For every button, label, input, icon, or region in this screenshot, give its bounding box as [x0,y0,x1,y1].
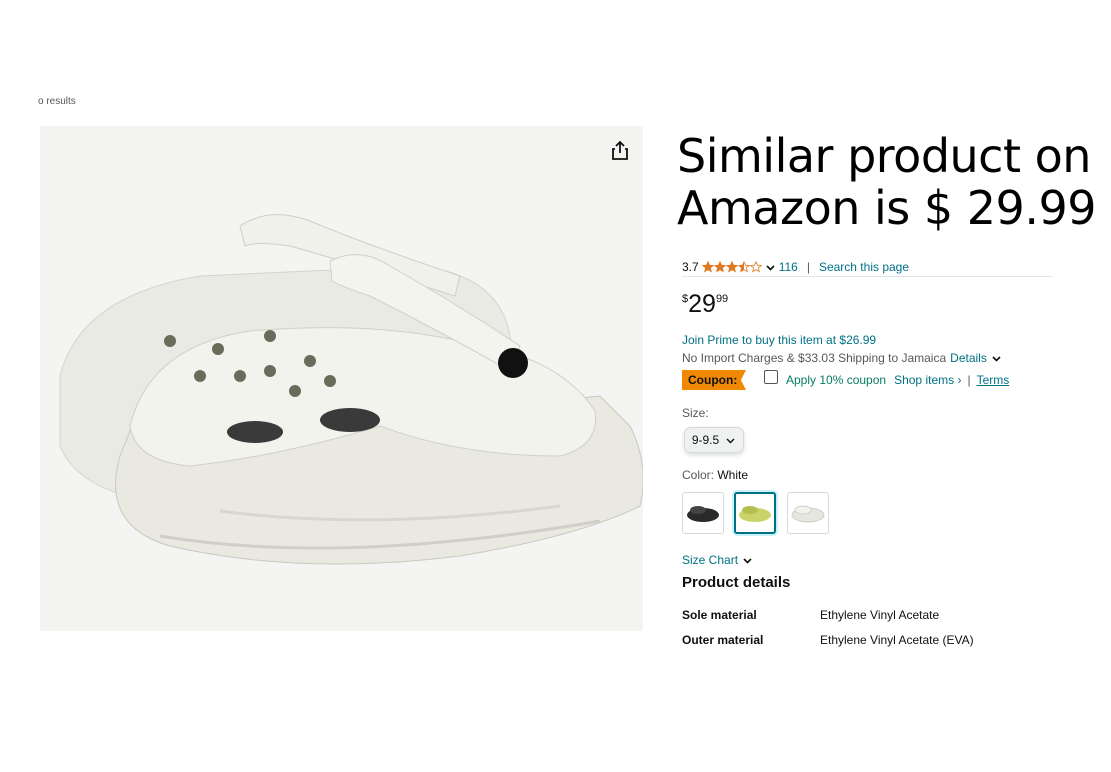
price-fraction: 99 [715,293,729,305]
product-image[interactable] [40,126,643,631]
import-info: No Import Charges & $33.03 Shipping to J… [682,351,1002,365]
chevron-down-icon [743,557,752,564]
clog-thumbnail-icon [791,505,825,523]
detail-row: Outer material Ethylene Vinyl Acetate (E… [682,633,1012,647]
star-icon [749,261,762,273]
color-swatch-green[interactable] [734,492,776,534]
size-dropdown[interactable]: 9-9.5 [684,427,744,453]
breadcrumb[interactable]: o results [38,96,76,107]
star-icon [737,261,750,273]
annotation-headline: Similar product on Amazon is $ 29.99 [677,129,1096,235]
separator: | [806,260,810,274]
prime-offer-link[interactable]: Join Prime to buy this item at $26.99 [682,333,876,347]
chevron-down-icon[interactable] [991,353,1002,364]
clog-thumbnail-icon [687,506,719,522]
import-text: No Import Charges & $33.03 Shipping to J… [682,351,947,365]
shop-items-link[interactable]: Shop items › [894,373,961,387]
coupon-badge: Coupon: [682,370,746,390]
detail-value: Ethylene Vinyl Acetate (EVA) [820,633,974,647]
chevron-down-icon [726,438,735,443]
size-selected: 9-9.5 [691,433,720,447]
coupon-checkbox[interactable] [764,370,778,384]
detail-row: Sole material Ethylene Vinyl Acetate [682,608,1012,622]
price: $ 29 99 [682,290,728,318]
rating-row: 3.7 116 | Search this page [682,258,1052,277]
color-swatch-black[interactable] [682,492,724,534]
details-link[interactable]: Details [950,351,987,365]
color-label-text: Color: [682,468,715,482]
color-label: Color: White [682,468,748,482]
color-swatch-white[interactable] [787,492,829,534]
detail-value: Ethylene Vinyl Acetate [820,608,940,622]
size-chart-toggle[interactable]: Size Chart [682,553,753,567]
rating-value: 3.7 [682,260,699,274]
star-icon [713,261,726,273]
coupon-separator: | [967,373,971,387]
star-rating[interactable] [701,261,762,273]
clog-illustration [59,214,643,565]
price-whole: 29 [688,290,716,318]
chevron-down-icon[interactable] [765,262,776,273]
terms-link[interactable]: Terms [977,373,1010,387]
star-icon [725,261,738,273]
color-selected: White [717,468,749,482]
clog-thumbnail-icon [739,506,771,522]
share-icon[interactable] [607,138,633,164]
ratings-count-link[interactable]: 116 [779,260,798,274]
coupon-apply-text[interactable]: Apply 10% coupon [786,373,886,387]
product-details-title: Product details [682,574,791,591]
detail-key: Outer material [682,633,764,647]
search-page-link[interactable]: Search this page [819,260,909,274]
size-label: Size: [682,406,709,420]
star-icon [701,261,714,273]
coupon-row: Coupon: Apply 10% coupon Shop items › | … [682,370,1009,390]
size-chart-link[interactable]: Size Chart [682,553,738,567]
detail-key: Sole material [682,608,757,622]
